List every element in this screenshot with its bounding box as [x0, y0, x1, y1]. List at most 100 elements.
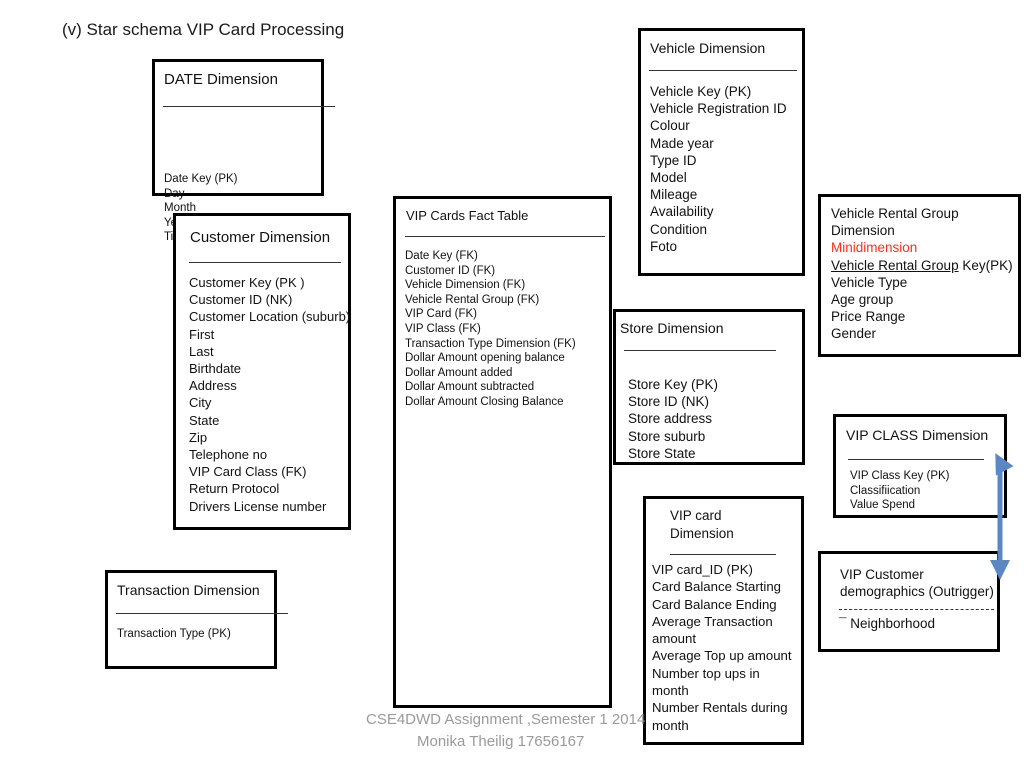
- field-list: VIP Class Key (PK) Classifiication Value S…: [850, 469, 950, 513]
- entity-customer-dimension[interactable]: Customer Dimension Customer Key (PK ) Cus…: [173, 213, 351, 530]
- header-divider: [163, 106, 335, 107]
- field-row: Telephone no: [189, 447, 268, 463]
- field-row: VIP Card Class (FK): [189, 464, 307, 480]
- field-row: Colour: [650, 118, 690, 134]
- field-row: ¯ Neighborhood: [839, 616, 936, 631]
- field-row: Classifiication: [850, 484, 921, 497]
- header-divider: [839, 609, 994, 610]
- field-row: Store State: [628, 445, 696, 461]
- header-divider: [116, 613, 288, 614]
- field-row: Store ID (NK): [628, 394, 710, 410]
- field-row: Customer ID (NK): [189, 292, 293, 308]
- field-row: Customer ID (FK): [405, 264, 496, 277]
- field-list-rest: Vehicle Type Age group Price Range Gender: [831, 274, 1013, 343]
- header-divider: [405, 236, 605, 237]
- entity-vip-class-dimension[interactable]: VIP CLASS Dimension VIP Class Key (PK) Cl…: [833, 414, 1007, 518]
- field-row: month: [652, 717, 689, 733]
- field-list: Customer Key (PK ) Customer ID (NK) Custom…: [189, 274, 350, 515]
- field-row: Address: [189, 378, 237, 394]
- field-row: Card Balance Ending: [652, 596, 777, 612]
- field-list: Store Key (PK) Store ID (NK) Store address…: [628, 376, 718, 462]
- entity-header: VIP card Dimension: [670, 508, 734, 541]
- field-row: Day: [164, 187, 185, 200]
- header-divider: [624, 350, 776, 351]
- field-row: Mileage: [650, 187, 698, 203]
- field-row: Foto: [650, 238, 678, 254]
- field-row: Vehicle Key (PK): [650, 84, 752, 99]
- field-row: Type ID: [650, 152, 697, 168]
- field-row: Dollar Amount Closing Balance: [405, 395, 564, 408]
- field-row: amount: [652, 631, 696, 647]
- field-row: City: [189, 395, 212, 411]
- field-row: Dollar Amount opening balance: [405, 352, 565, 365]
- field-row: Vehicle Type: [831, 274, 908, 290]
- entity-vehicle-dimension[interactable]: Vehicle Dimension Vehicle Key (PK) Vehicl…: [638, 28, 805, 276]
- header-divider: [670, 554, 776, 555]
- entity-header-line2: Dimension: [831, 223, 895, 239]
- entity-header: VIP Cards Fact Table: [406, 208, 529, 223]
- field-row: Made year: [650, 135, 714, 151]
- field-row: Card Balance Starting: [652, 579, 782, 595]
- field-row: Return Protocol: [189, 481, 280, 497]
- field-list: Transaction Type (PK): [117, 627, 231, 642]
- entity-header: Customer Dimension: [190, 229, 331, 246]
- field-row: Value Spend: [850, 499, 916, 511]
- entity-store-dimension[interactable]: Store Dimension Store Key (PK) Store ID (…: [613, 309, 805, 465]
- vip-class-to-demographics-arrow: [990, 453, 1014, 580]
- entity-date-dimension[interactable]: DATE Dimension Date Key (PK)DayMonthYear…: [152, 59, 335, 243]
- entity-header: VIP Customer demographics (Outrigger): [840, 567, 994, 599]
- entity-header: Store Dimension: [620, 320, 724, 336]
- entity-header: VIP CLASS Dimension: [846, 427, 989, 443]
- field-row: Average Transaction: [652, 613, 773, 629]
- entity-vehicle-rental-group-dimension[interactable]: Vehicle Rental Group Dimension Minidimen…: [818, 194, 1021, 357]
- entity-transaction-dimension[interactable]: Transaction Dimension Transaction Type (…: [105, 570, 288, 669]
- field-row: VIP Class (FK): [405, 322, 481, 335]
- field-list: Vehicle Rental Group Dimension Minidimen…: [831, 205, 1013, 343]
- entity-vip-card-dimension[interactable]: VIP card Dimension VIP card_ID (PK) Card …: [643, 496, 804, 745]
- field-row: Number Rentals during: [652, 700, 788, 716]
- field-row: Age group: [831, 292, 894, 308]
- field-row: Dollar Amount added: [405, 366, 513, 379]
- field-row: Vehicle Dimension (FK): [405, 279, 526, 292]
- entity-header: DATE Dimension: [164, 71, 278, 88]
- field-row: month: [652, 683, 689, 699]
- primary-key-underlined: Vehicle Rental Group: [831, 257, 959, 273]
- field-row: Vehicle Rental Group (FK): [405, 293, 540, 306]
- field-row: Condition: [650, 221, 708, 237]
- field-row: Store suburb: [628, 428, 706, 444]
- field-row: State: [189, 412, 220, 428]
- field-row: Last: [189, 343, 214, 359]
- entity-header-line1: Vehicle Rental Group: [831, 206, 959, 221]
- field-row: Price Range: [831, 309, 906, 325]
- field-row: Date Key (FK): [405, 250, 478, 262]
- field-row: VIP Class Key (PK): [850, 470, 950, 482]
- minidimension-label: Minidimension: [831, 240, 918, 256]
- field-row: Store Key (PK): [628, 377, 719, 392]
- primary-key-suffix: Key(PK): [958, 257, 1013, 273]
- header-divider: [189, 262, 341, 263]
- header-divider: [848, 459, 984, 460]
- entity-vip-customer-demographics[interactable]: VIP Customer demographics (Outrigger) ¯ …: [818, 551, 1000, 652]
- field-row: Gender: [831, 326, 877, 342]
- field-row: Birthdate: [189, 361, 242, 377]
- diagram-canvas: (v) Star schema VIP Card Processing DATE…: [0, 0, 1024, 768]
- field-list: VIP card_ID (PK) Card Balance Starting Car…: [652, 561, 792, 734]
- field-list: ¯ Neighborhood: [839, 615, 935, 632]
- field-row: Transaction Type Dimension (FK): [405, 337, 576, 350]
- field-row: Availability: [650, 204, 714, 220]
- field-row: Model: [650, 170, 687, 186]
- field-row: VIP card_ID (PK): [652, 562, 753, 577]
- field-row: Transaction Type (PK): [117, 628, 231, 640]
- field-row: Customer Key (PK ): [189, 275, 305, 290]
- field-row: Customer Location (suburb): [189, 309, 351, 325]
- field-row: Store address: [628, 411, 713, 427]
- entity-vip-cards-fact-table[interactable]: VIP Cards Fact Table Date Key (FK) Custom…: [393, 196, 612, 708]
- header-divider: [649, 70, 797, 71]
- entity-header: Vehicle Dimension: [650, 40, 766, 56]
- primary-key-field: Vehicle Rental Group Key(PK): [831, 257, 1013, 274]
- footer-author-line: Monika Theilig 17656167: [417, 733, 585, 750]
- entity-header: Transaction Dimension: [117, 582, 260, 598]
- field-row: Average Top up amount: [652, 648, 792, 664]
- field-row: VIP Card (FK): [405, 308, 477, 321]
- field-row: Vehicle Registration ID: [650, 101, 787, 117]
